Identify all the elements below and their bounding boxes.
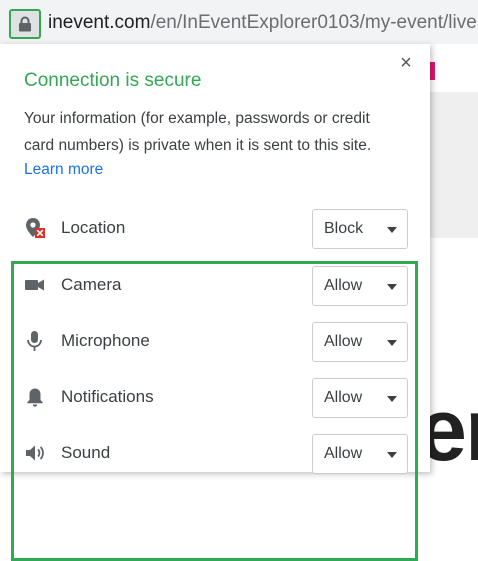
permission-label: Location [61,218,126,237]
sound-permission-select[interactable]: Allow [312,434,408,474]
camera-permission-select[interactable]: Allow [312,266,408,306]
select-value: Allow [324,389,363,406]
microphone-icon [27,331,42,351]
lock-icon [19,16,31,32]
address-bar[interactable]: inevent.com/en/InEventExplorer0103/my-ev… [0,0,478,44]
dropdown-arrow-icon [387,340,397,346]
select-value: Allow [324,445,363,462]
site-info-button[interactable] [9,9,41,39]
permission-row-microphone: Microphone Allow [24,320,414,362]
dropdown-arrow-icon [387,396,397,402]
select-value: Allow [324,333,363,350]
connection-description: Your information (for example, passwords… [24,110,372,154]
microphone-permission-select[interactable]: Allow [312,322,408,362]
permission-row-notifications: Notifications Allow [24,376,414,418]
select-value: Block [324,220,364,237]
connection-status-title: Connection is secure [24,70,202,91]
dropdown-arrow-icon [387,284,397,290]
permission-label: Notifications [61,387,154,406]
close-button[interactable]: × [395,52,417,74]
learn-more-link[interactable]: Learn more [24,161,103,179]
url-host: inevent.com [48,12,151,33]
notifications-permission-select[interactable]: Allow [312,378,408,418]
camera-icon [25,279,44,291]
permission-row-camera: Camera Allow [24,264,414,306]
permission-label: Microphone [61,331,150,350]
permission-label: Camera [61,275,122,294]
url-path: /en/InEventExplorer0103/my-event/live.p [150,12,478,33]
permission-row-location: Location Block [24,207,414,249]
bell-icon [27,388,43,407]
speaker-icon [26,445,44,461]
dropdown-arrow-icon [387,227,397,233]
permission-label: Sound [61,443,111,462]
site-info-popup: × Connection is secure Your information … [0,44,430,561]
dropdown-arrow-icon [387,452,397,458]
location-permission-select[interactable]: Block [312,209,408,249]
permission-row-sound: Sound Allow [24,432,414,474]
background-page-panel [430,92,478,238]
location-blocked-icon [26,218,45,238]
url-text[interactable]: inevent.com/en/InEventExplorer0103/my-ev… [48,10,478,36]
select-value: Allow [324,277,363,294]
